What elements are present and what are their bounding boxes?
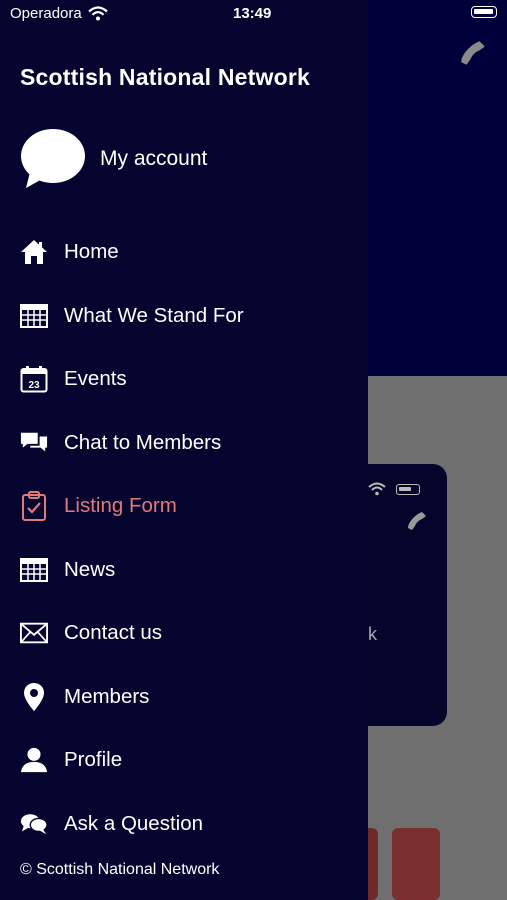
avatar-chat-bubble-icon (21, 129, 85, 188)
menu-item-label: Contact us (64, 621, 162, 644)
chat-bubbles-icon (20, 810, 48, 838)
menu-item-home[interactable]: Home (0, 228, 368, 276)
calendar-icon: 23 (20, 365, 48, 393)
wifi-icon (87, 6, 108, 21)
table-icon (20, 556, 48, 584)
menu-item-label: Chat to Members (64, 431, 222, 454)
menu-item-label: News (64, 558, 116, 581)
menu-item-contact-us[interactable]: Contact us (0, 609, 368, 657)
menu-item-label: Ask a Question (64, 812, 204, 835)
user-icon (20, 746, 48, 774)
navigation-drawer: Operadora 13:49 Scottish National Networ… (0, 0, 368, 900)
menu-item-label: Events (64, 367, 127, 390)
status-time: 13:49 (233, 5, 272, 22)
background-thumbnail (392, 828, 440, 900)
chat-icon (20, 429, 48, 457)
menu-item-label: Members (64, 685, 150, 708)
phone-icon (408, 512, 426, 530)
my-account-label: My account (100, 147, 208, 170)
menu-item-events[interactable]: 23 Events (0, 355, 368, 403)
menu-item-label: Home (64, 240, 119, 263)
clipboard-check-icon (20, 491, 48, 521)
menu-item-members[interactable]: Members (0, 673, 368, 721)
envelope-icon (20, 619, 48, 647)
menu-item-chat-to-members[interactable]: Chat to Members (0, 419, 368, 467)
menu-item-profile[interactable]: Profile (0, 736, 368, 784)
menu-item-label: What We Stand For (64, 304, 244, 327)
drawer-title: Scottish National Network (20, 64, 310, 90)
wifi-icon (368, 482, 386, 496)
status-bar-left: Operadora (10, 5, 108, 22)
my-account-link[interactable]: My account (20, 128, 207, 190)
battery-icon (471, 6, 497, 18)
drawer-footer: © Scottish National Network (20, 861, 220, 878)
menu-item-news[interactable]: News (0, 546, 368, 594)
menu-item-label: Profile (64, 748, 123, 771)
table-icon (20, 302, 48, 330)
svg-text:23: 23 (28, 380, 40, 391)
battery-icon (396, 484, 420, 495)
home-icon (20, 238, 48, 266)
menu-item-what-we-stand-for[interactable]: What We Stand For (0, 292, 368, 340)
menu-item-ask-a-question[interactable]: Ask a Question (0, 800, 368, 848)
menu-item-listing-form[interactable]: Listing Form (0, 482, 368, 530)
menu-item-label: Listing Form (64, 494, 177, 517)
phone-icon (461, 41, 485, 65)
map-pin-icon (20, 683, 48, 711)
carrier-label: Operadora (10, 5, 82, 22)
status-bar-right (471, 6, 497, 18)
background-card-text: k (368, 624, 377, 644)
